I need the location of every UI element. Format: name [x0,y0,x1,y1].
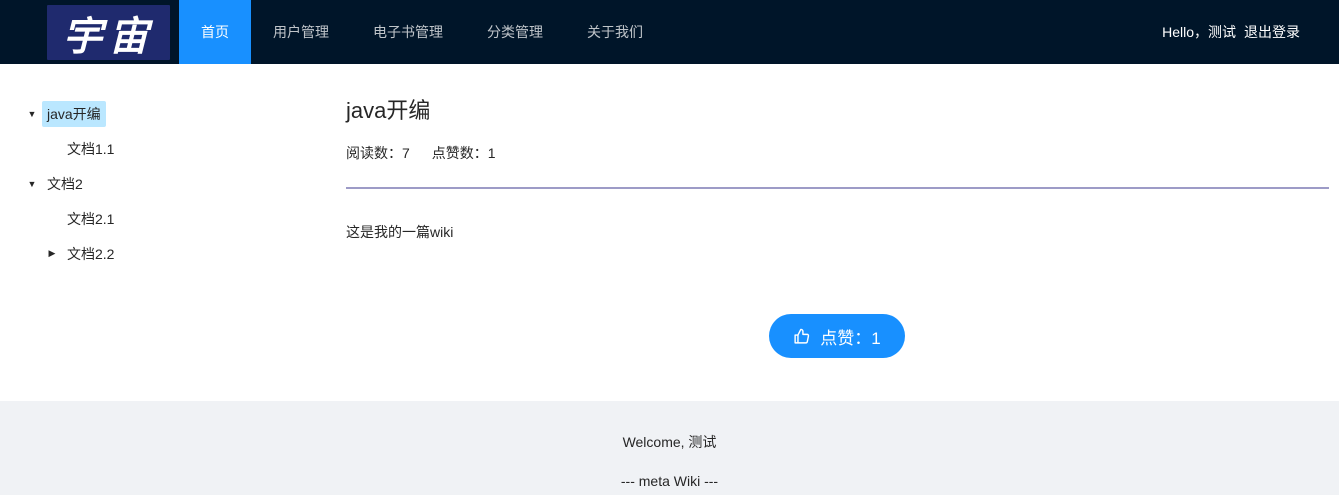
vote-button[interactable]: 点赞：1 [769,314,905,358]
top-header: 宇宙 首页 用户管理 电子书管理 分类管理 关于我们 Hello，测试 退出登录 [0,0,1339,64]
footer-welcome: Welcome, 测试 [622,434,717,450]
footer: Welcome, 测试 --- meta Wiki --- [0,401,1339,495]
logo[interactable]: 宇宙 [47,5,170,60]
vote-count: 点赞数：1 [431,145,496,161]
tree-node: ▶ 文档2.2 [22,236,302,271]
tree-node: 文档2.1 [22,201,302,236]
caret-down-icon[interactable]: ▼ [22,172,42,196]
tree-node-title[interactable]: 文档2 [42,171,88,197]
menu-item-home[interactable]: 首页 [179,0,251,64]
main-menu: 首页 用户管理 电子书管理 分类管理 关于我们 [179,0,665,64]
caret-right-icon[interactable]: ▶ [42,242,62,266]
divider [346,187,1329,189]
tree-node-title[interactable]: 文档2.2 [62,241,119,267]
doc-title: java开编 [346,98,431,123]
doc-content: java开编 阅读数：7 点赞数：1 这是我的一篇wiki [346,96,1329,240]
tree-node: ▼ 文档2 [22,166,302,201]
doc-meta: 阅读数：7 点赞数：1 [346,143,1329,163]
caret-down-icon[interactable]: ▼ [22,102,42,126]
footer-brand: --- meta Wiki --- [620,473,719,489]
user-greeting: Hello，测试 [1162,24,1236,40]
menu-item-about[interactable]: 关于我们 [565,0,665,64]
logo-text: 宇宙 [62,12,155,60]
doc-body: 这是我的一篇wiki [346,224,454,240]
view-count: 阅读数：7 [346,145,410,161]
logout-link[interactable]: 退出登录 [1244,24,1300,40]
tree-node-title[interactable]: 文档2.1 [62,206,119,232]
user-area: Hello，测试 退出登录 [1162,0,1300,64]
menu-item-user-admin[interactable]: 用户管理 [251,0,351,64]
menu-item-category-admin[interactable]: 分类管理 [465,0,565,64]
tree-node-title[interactable]: 文档1.1 [62,136,119,162]
menu-item-ebook-admin[interactable]: 电子书管理 [351,0,465,64]
tree-node: ▼ java开编 [22,96,302,131]
doc-tree: ▼ java开编 文档1.1 ▼ 文档2 文档2.1 ▶ 文档2.2 [22,96,302,271]
like-icon [794,328,810,344]
vote-button-label: 点赞：1 [820,328,881,348]
tree-node-title[interactable]: java开编 [42,100,106,127]
tree-node: 文档1.1 [22,131,302,166]
